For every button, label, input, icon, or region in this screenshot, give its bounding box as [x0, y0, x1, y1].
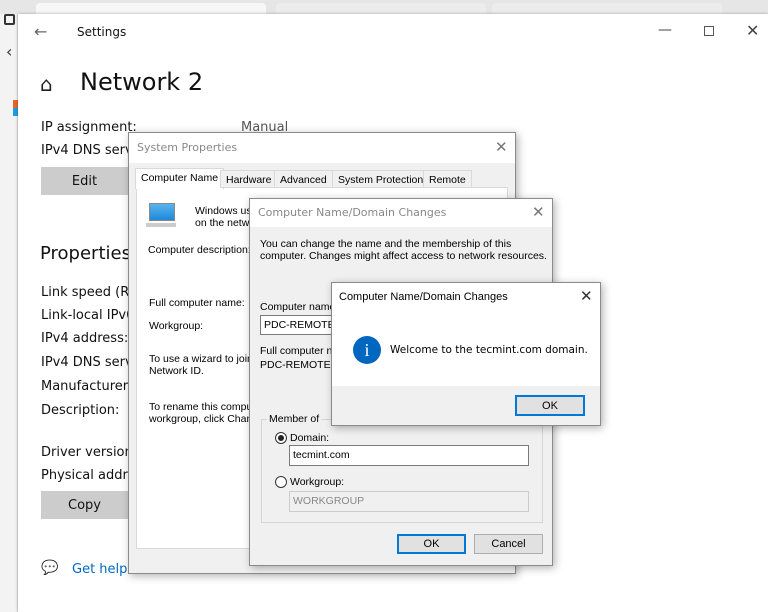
workgroup-label: Workgroup: — [290, 476, 345, 488]
back-arrow-icon[interactable]: ‹ — [6, 42, 12, 61]
tab-remote[interactable]: Remote — [423, 170, 472, 188]
message-text: Welcome to the tecmint.com domain. — [390, 344, 588, 356]
tab-advanced[interactable]: Advanced — [274, 170, 333, 188]
ok-button[interactable]: OK — [397, 534, 466, 554]
property-label: Manufacturer: — [41, 379, 133, 394]
tab-actions-icon[interactable] — [4, 14, 15, 25]
welcome-message-box: Computer Name/Domain Changes ✕ i Welcome… — [331, 282, 601, 426]
full-computer-name-label: Full computer na — [260, 345, 339, 357]
intro-text: on the netw — [195, 217, 250, 229]
browser-tab[interactable] — [276, 3, 486, 14]
member-of-label: Member of — [267, 413, 322, 425]
properties-heading: Properties — [40, 243, 131, 264]
cancel-button[interactable]: Cancel — [474, 534, 543, 554]
close-icon[interactable]: ✕ — [495, 138, 508, 156]
rename-text: To rename this comput — [149, 401, 256, 413]
maximize-icon[interactable] — [704, 26, 714, 36]
property-label: Link-local IPv6 — [41, 308, 135, 323]
edit-button[interactable]: Edit — [41, 167, 128, 195]
tab-computer-name[interactable]: Computer Name — [135, 168, 225, 189]
workgroup-input[interactable]: WORKGROUP — [289, 491, 529, 512]
tab-system-protection[interactable]: System Protection — [332, 170, 430, 188]
window-title: Settings — [77, 25, 127, 39]
property-label: Description: — [41, 403, 120, 418]
copy-button[interactable]: Copy — [41, 491, 128, 519]
full-computer-name-label: Full computer name: — [149, 297, 245, 309]
ok-button[interactable]: OK — [515, 395, 585, 416]
minimize-icon[interactable]: — — [658, 22, 672, 38]
property-label: Link speed (Re — [41, 285, 137, 300]
browser-tab-strip — [0, 0, 768, 14]
property-label: Driver version: — [41, 445, 138, 460]
close-icon[interactable]: ✕ — [580, 287, 593, 305]
ipv4-dns-label: IPv4 DNS serve — [41, 143, 141, 158]
property-label: IPv4 DNS serve — [41, 355, 141, 370]
get-help-link[interactable]: Get help — [72, 562, 127, 577]
browser-tab[interactable] — [36, 3, 266, 14]
wizard-text: Network ID. — [149, 365, 204, 377]
property-label: IPv4 address: — [41, 331, 129, 346]
dialog-title: Computer Name/Domain Changes — [339, 291, 508, 303]
dialog-title: Computer Name/Domain Changes — [258, 206, 447, 219]
close-icon[interactable]: ✕ — [746, 21, 759, 40]
wizard-text: To use a wizard to join — [149, 353, 253, 365]
computer-icon — [149, 203, 175, 221]
info-icon: i — [353, 336, 381, 364]
rename-text: workgroup, click Chan — [149, 413, 253, 425]
domain-radio[interactable] — [275, 432, 287, 444]
domain-input[interactable]: tecmint.com — [289, 445, 529, 466]
workgroup-label: Workgroup: — [149, 320, 204, 332]
tab-hardware[interactable]: Hardware — [220, 170, 278, 188]
get-help-icon: 💬 — [41, 560, 59, 576]
intro-text: Windows us — [195, 205, 252, 217]
workgroup-radio[interactable] — [275, 476, 287, 488]
browser-side-strip: ‹ — [0, 14, 18, 612]
domain-label: Domain: — [290, 432, 330, 444]
home-icon[interactable]: ⌂ — [40, 72, 53, 96]
browser-tab[interactable] — [492, 3, 722, 14]
computer-name-label: Computer name — [260, 301, 336, 313]
description-text: computer. Changes might affect access to… — [260, 250, 547, 262]
back-arrow-icon[interactable]: ← — [34, 22, 47, 41]
close-icon[interactable]: ✕ — [532, 203, 545, 221]
description-text: You can change the name and the membersh… — [260, 238, 512, 250]
page-title: Network 2 — [80, 68, 204, 96]
keyboard-icon — [146, 223, 176, 227]
dialog-title: System Properties — [137, 141, 238, 154]
computer-description-label: Computer description: — [148, 244, 251, 256]
full-computer-name-value: PDC-REMOTE — [260, 359, 331, 371]
ip-assignment-label: IP assignment: — [41, 120, 137, 135]
